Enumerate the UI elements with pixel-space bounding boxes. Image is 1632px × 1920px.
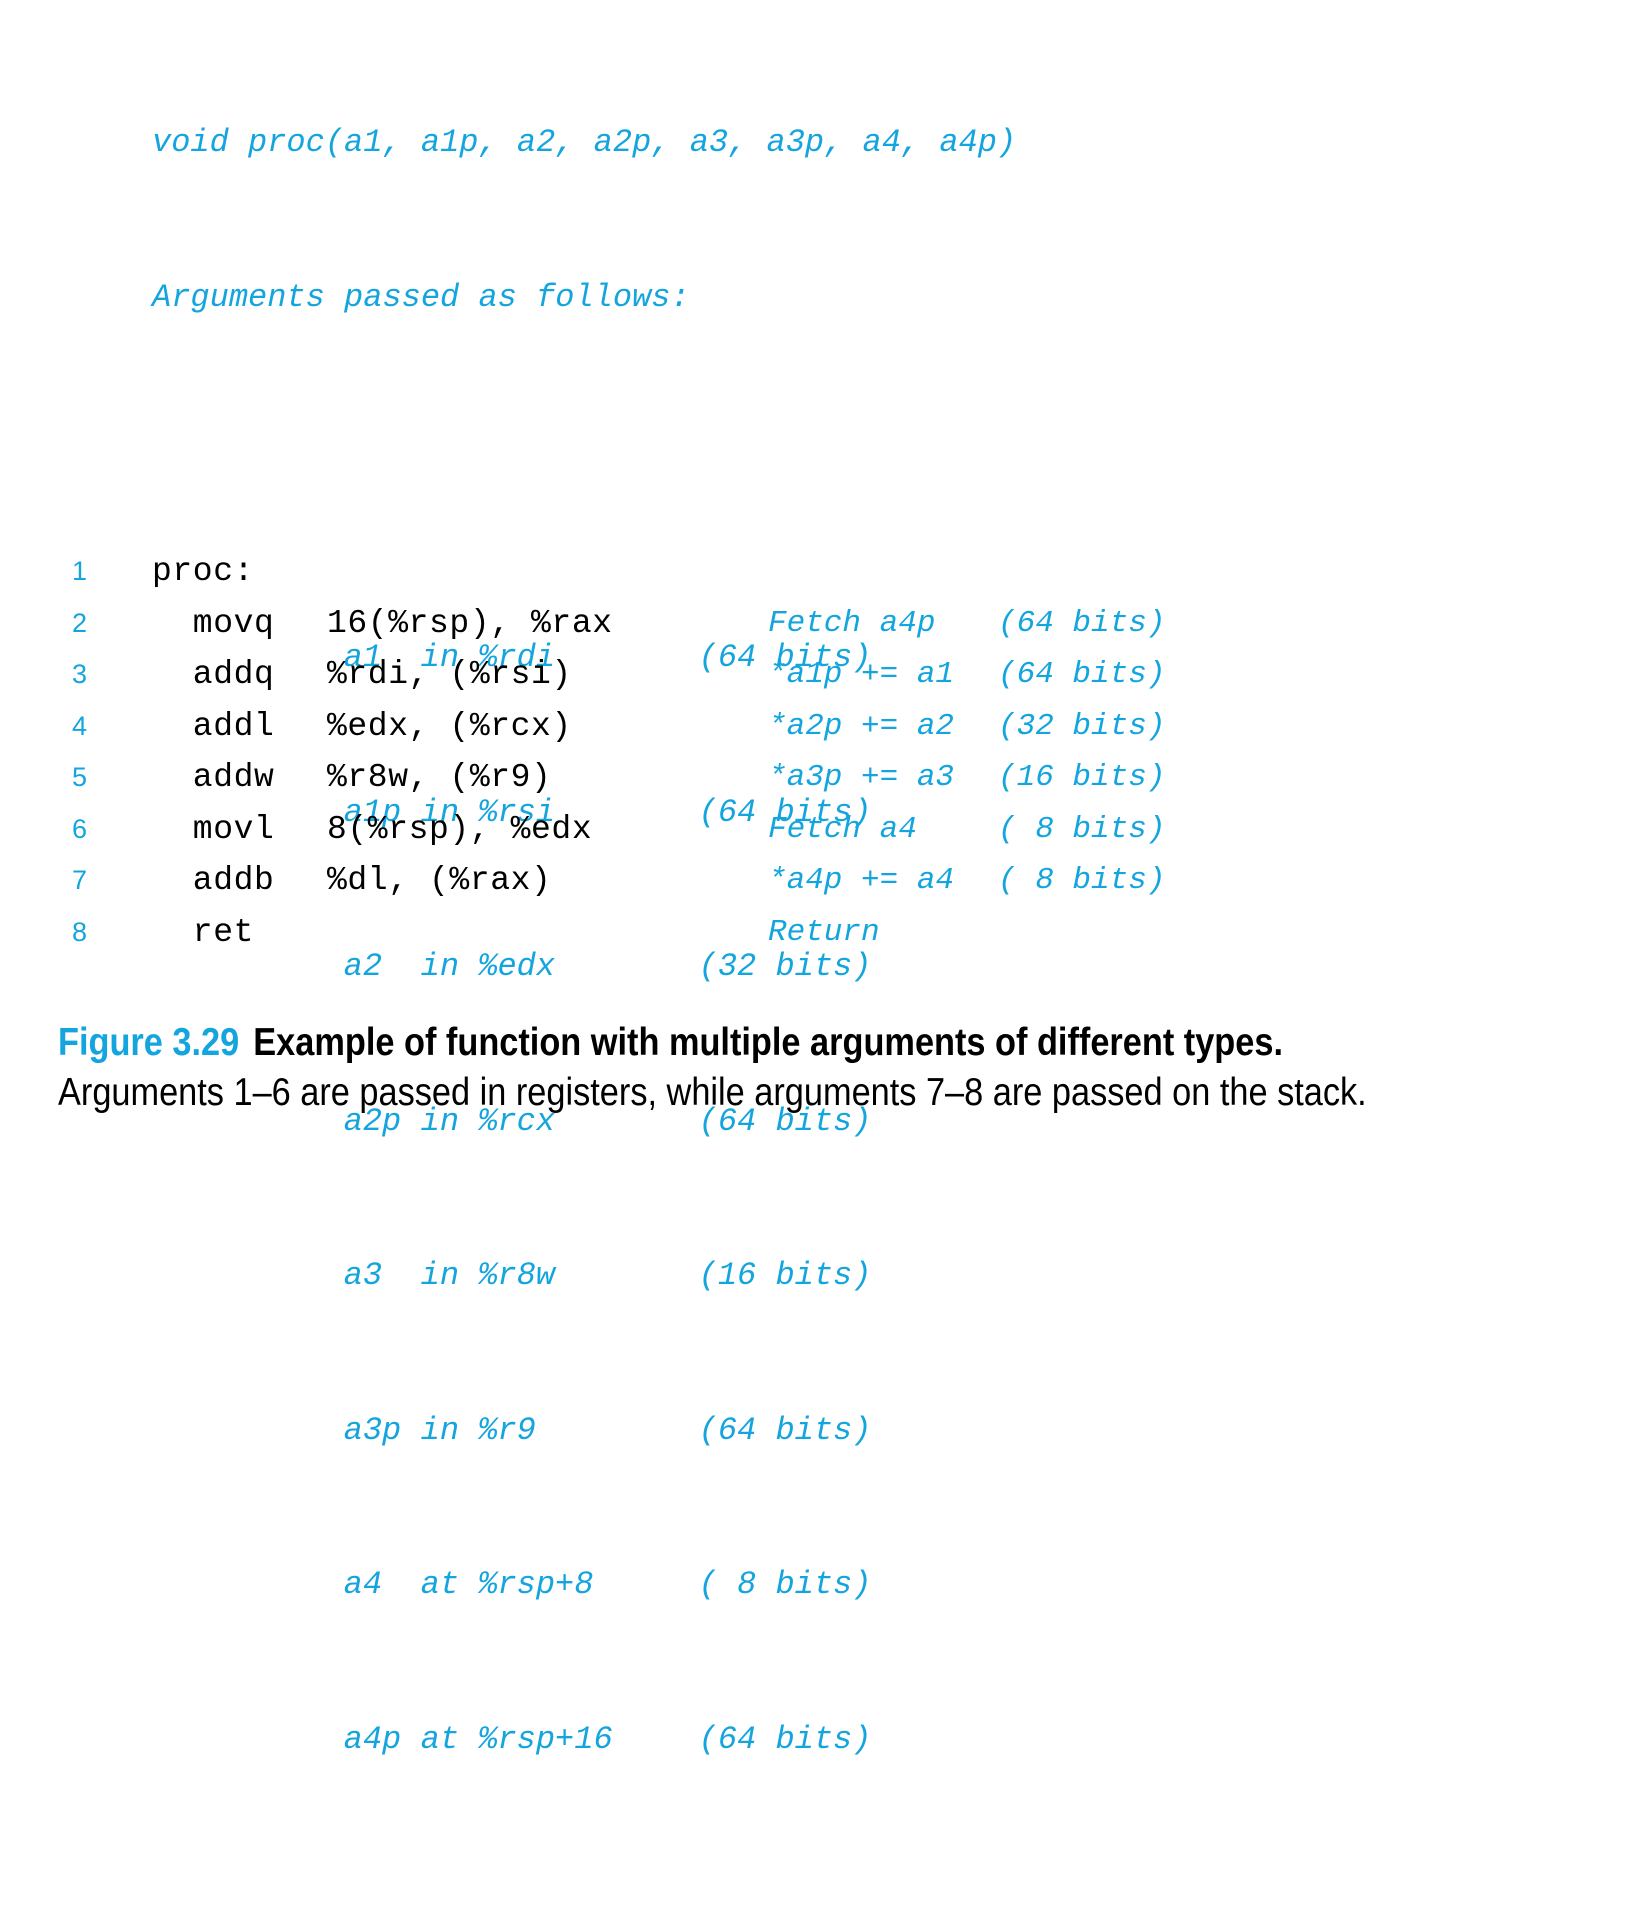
opcode: ret (152, 913, 255, 951)
code-comment: *a2p += a2 (32 bits) (768, 701, 1165, 753)
code-line: 1 proc: (0, 546, 1632, 598)
comment-bits: ( 8 bits) (998, 811, 1166, 847)
operands: 16(%rsp), %rax (327, 604, 613, 642)
opcode: addw (152, 759, 275, 796)
opcode: addq (152, 656, 275, 693)
line-number: 1 (72, 556, 88, 586)
argument-bits: (64 bits) (698, 1720, 872, 1758)
argument-location: in %r9 (420, 1411, 536, 1449)
instruction: proc: (152, 546, 327, 598)
line-number: 4 (72, 710, 88, 741)
code-comment: *a3p += a3 (16 bits) (768, 752, 1165, 804)
operands: %edx, (%rcx) (327, 707, 572, 745)
argument-location: at %rsp+16 (420, 1720, 613, 1758)
code-line: 2 movq 16(%rsp), %rax Fetch a4p (64 bits) (0, 598, 1632, 650)
c-function-signature: void proc(a1, a1p, a2, a2p, a3, a3p, a4,… (152, 124, 1017, 161)
comment-bits: (64 bits) (998, 605, 1166, 641)
code-line: 8 ret Return (0, 907, 1632, 959)
comment-bits: (16 bits) (998, 760, 1166, 795)
preamble-block: void proc(a1, a1p, a2, a2p, a3, a3p, a4,… (152, 14, 1016, 1920)
line-number: 3 (72, 659, 88, 689)
comment-text: *a2p += a2 (768, 708, 955, 744)
comment-bits: (32 bits) (998, 708, 1166, 744)
figure-3-29: void proc(a1, a1p, a2, a2p, a3, a3p, a4,… (0, 0, 1632, 1758)
argument-name: a3p (343, 1411, 402, 1449)
comment-bits: ( 8 bits) (998, 863, 1166, 898)
opcode: movq (152, 604, 275, 642)
argument-bits: (64 bits) (698, 1411, 872, 1449)
code-comment: *a4p += a4 ( 8 bits) (768, 855, 1165, 907)
code-comment: Fetch a4 ( 8 bits) (768, 804, 1165, 856)
code-line: 6 movl 8(%rsp), %edx Fetch a4 ( 8 bits) (0, 804, 1632, 856)
comment-bits: (64 bits) (998, 657, 1166, 692)
comment-text: *a3p += a3 (768, 760, 955, 795)
opcode: addl (152, 707, 275, 745)
opcode: addb (152, 862, 275, 899)
operands: %dl, (%rax) (327, 862, 552, 899)
code-line: 3 addq %rdi, (%rsi) *a1p += a1 (64 bits) (0, 649, 1632, 701)
assembly-code-listing: 1 proc: 2 movq 16(%rsp), %rax Fetch a4p (6… (0, 546, 1632, 958)
figure-title: Example of function with multiple argume… (253, 1021, 1283, 1064)
code-line: 5 addw %r8w, (%r9) *a3p += a3 (16 bits) (0, 752, 1632, 804)
line-number: 2 (72, 607, 88, 638)
opcode: movl (152, 810, 275, 848)
argument-name: a4 (343, 1566, 383, 1603)
comment-text: *a4p += a4 (768, 863, 955, 898)
argument-bits: ( 8 bits) (698, 1566, 872, 1603)
argument-row: a4 at %rsp+8 ( 8 bits) (190, 1508, 1016, 1603)
figure-description: Arguments 1–6 are passed in registers, w… (58, 1071, 1367, 1114)
comment-text: *a1p += a1 (768, 657, 955, 692)
operands: %rdi, (%rsi) (327, 656, 572, 693)
comment-text: Fetch a4p (768, 605, 936, 641)
argument-location: at %rsp+8 (420, 1566, 594, 1603)
argument-row: a4p at %rsp+16 (64 bits) (190, 1662, 1016, 1758)
instruction: addw %r8w, (%r9) (152, 752, 551, 804)
figure-label: Figure 3.29 (58, 1021, 240, 1064)
code-comment: *a1p += a1 (64 bits) (768, 649, 1165, 701)
argument-name: a3 (343, 1257, 383, 1294)
comment-text: Fetch a4 (768, 811, 917, 847)
instruction: movl 8(%rsp), %edx (152, 804, 592, 856)
instruction: addb %dl, (%rax) (152, 855, 551, 907)
instruction: movq 16(%rsp), %rax (152, 598, 613, 650)
figure-caption: Figure 3.29 Example of function with mult… (58, 1018, 1413, 1118)
code-line: 4 addl %edx, (%rcx) *a2p += a2 (32 bits) (0, 701, 1632, 753)
argument-name: a4p (343, 1720, 402, 1758)
code-line: 7 addb %dl, (%rax) *a4p += a4 ( 8 bits) (0, 855, 1632, 907)
operands: 8(%rsp), %edx (327, 810, 593, 848)
argument-row: a3p in %r9 (64 bits) (190, 1353, 1016, 1449)
code-comment: Fetch a4p (64 bits) (768, 598, 1165, 650)
arguments-intro-text: Arguments passed as follows: (152, 278, 690, 316)
argument-bits: (16 bits) (698, 1257, 872, 1294)
opcode: proc: (152, 553, 255, 590)
operands: %r8w, (%r9) (327, 759, 552, 796)
line-number: 5 (72, 762, 88, 792)
line-number: 6 (72, 813, 88, 844)
comment-text: Return (768, 914, 880, 950)
instruction: addq %rdi, (%rsi) (152, 649, 572, 701)
line-number: 7 (72, 865, 88, 895)
code-comment (768, 546, 998, 598)
argument-row: a3 in %r8w (16 bits) (190, 1199, 1016, 1294)
argument-location: in %r8w (420, 1257, 556, 1294)
line-number: 8 (72, 916, 88, 947)
instruction: ret (152, 907, 327, 959)
code-comment: Return (768, 907, 998, 959)
instruction: addl %edx, (%rcx) (152, 701, 572, 753)
